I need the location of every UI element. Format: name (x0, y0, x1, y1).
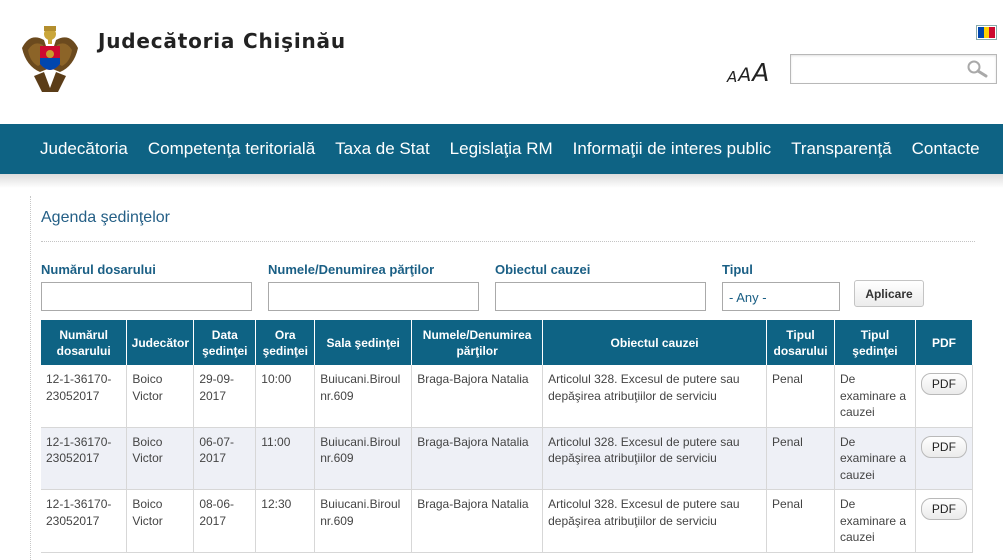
case-type-cell: Penal (766, 365, 835, 428)
room-cell: Buiucani.Biroul nr.609 (314, 489, 413, 553)
parties-field[interactable] (268, 282, 479, 311)
case-type-cell: Penal (766, 427, 835, 490)
column-header[interactable]: Data şedinţei (193, 320, 257, 365)
pdf-button[interactable]: PDF (920, 435, 967, 458)
hearing-type-cell: De examinare a cauzei (834, 427, 916, 490)
date-cell: 06-07-2017 (193, 427, 257, 490)
page-title: Agenda şedinţelor (41, 209, 170, 226)
parties-cell: Braga-Bajora Natalia (411, 489, 544, 553)
type-select[interactable]: - Any - (722, 282, 840, 311)
font-size-small-button[interactable]: A (727, 70, 737, 85)
column-header[interactable]: Numărul dosarului (41, 320, 128, 365)
nav-item-informatii[interactable]: Informaţii de interes public (573, 139, 771, 159)
nav-item-taxa-de-stat[interactable]: Taxa de Stat (335, 139, 430, 159)
table-row: 12-1-36170-23052017 Boico Victor 08-06-2… (41, 489, 974, 553)
case-number-cell: 12-1-36170-23052017 (41, 489, 128, 553)
parties-cell: Braga-Bajora Natalia (411, 427, 544, 490)
table-header-row: Numărul dosarului Judecător Data şedinţe… (41, 320, 974, 365)
judge-cell: Boico Victor (126, 365, 195, 428)
pdf-cell: PDF (915, 489, 974, 553)
case-number-field[interactable] (41, 282, 252, 311)
column-header[interactable]: Sala şedinţei (314, 320, 413, 365)
pdf-cell: PDF (915, 365, 974, 428)
pdf-cell: PDF (915, 427, 974, 490)
type-label: Tipul (722, 262, 753, 277)
nav-item-contacte[interactable]: Contacte (912, 139, 980, 159)
column-header[interactable]: Judecător (126, 320, 195, 365)
object-cell: Articolul 328. Excesul de putere sau dep… (542, 365, 768, 428)
font-size-switcher: A A A (727, 55, 769, 85)
language-flag-icon[interactable] (976, 25, 997, 40)
judge-cell: Boico Victor (126, 427, 195, 490)
object-field[interactable] (495, 282, 706, 311)
coat-of-arms-icon[interactable] (18, 18, 82, 98)
search-input[interactable] (790, 54, 997, 84)
hearing-type-cell: De examinare a cauzei (834, 489, 916, 553)
date-cell: 08-06-2017 (193, 489, 257, 553)
column-header[interactable]: Obiectul cauzei (542, 320, 768, 365)
object-label: Obiectul cauzei (495, 262, 591, 277)
hearing-type-cell: De examinare a cauzei (834, 365, 916, 428)
nav-item-judecatoria[interactable]: Judecătoria (40, 139, 128, 159)
main-content: Agenda şedinţelor Numărul dosarului Nume… (30, 196, 996, 560)
parties-label: Numele/Denumirea părţilor (268, 262, 435, 277)
object-cell: Articolul 328. Excesul de putere sau dep… (542, 489, 768, 553)
table-row: 12-1-36170-23052017 Boico Victor 29-09-2… (41, 365, 974, 428)
column-header: PDF (915, 320, 974, 365)
font-size-large-button[interactable]: A (752, 60, 769, 85)
pdf-button[interactable]: PDF (920, 373, 967, 395)
parties-cell: Braga-Bajora Natalia (411, 365, 544, 428)
site-title[interactable]: Judecătoria Chişinău (98, 29, 346, 53)
column-header[interactable]: Tipul şedinţei (834, 320, 916, 365)
site-header: Judecătoria Chişinău A A A (0, 0, 1003, 124)
room-cell: Buiucani.Biroul nr.609 (314, 427, 413, 490)
judge-cell: Boico Victor (126, 489, 195, 553)
agenda-table: Numărul dosarului Judecător Data şedinţe… (41, 320, 974, 553)
time-cell: 12:30 (255, 489, 316, 553)
room-cell: Buiucani.Biroul nr.609 (314, 365, 413, 428)
time-cell: 11:00 (255, 427, 316, 490)
case-number-cell: 12-1-36170-23052017 (41, 427, 128, 490)
font-size-medium-button[interactable]: A (738, 66, 751, 85)
main-navigation: Judecătoria Competenţa teritorială Taxa … (0, 124, 1003, 174)
apply-button[interactable]: Aplicare (854, 280, 924, 307)
column-header[interactable]: Tipul dosarului (766, 320, 835, 365)
case-number-label: Numărul dosarului (41, 262, 156, 277)
pdf-button[interactable]: PDF (920, 498, 967, 520)
date-cell: 29-09-2017 (193, 365, 257, 428)
column-header[interactable]: Ora şedinţei (255, 320, 316, 365)
object-cell: Articolul 328. Excesul de putere sau dep… (542, 427, 768, 490)
nav-item-transparenta[interactable]: Transparenţă (791, 139, 891, 159)
column-header[interactable]: Numele/Denumirea părţilor (411, 320, 544, 365)
nav-item-legislatia[interactable]: Legislaţia RM (450, 139, 553, 159)
case-number-cell: 12-1-36170-23052017 (41, 365, 128, 428)
search-icon[interactable] (966, 60, 988, 78)
nav-shadow (0, 174, 1003, 188)
nav-item-competenta[interactable]: Competenţa teritorială (148, 139, 315, 159)
table-row: 12-1-36170-23052017 Boico Victor 06-07-2… (41, 427, 974, 490)
case-type-cell: Penal (766, 489, 835, 553)
time-cell: 10:00 (255, 365, 316, 428)
divider (41, 241, 975, 242)
